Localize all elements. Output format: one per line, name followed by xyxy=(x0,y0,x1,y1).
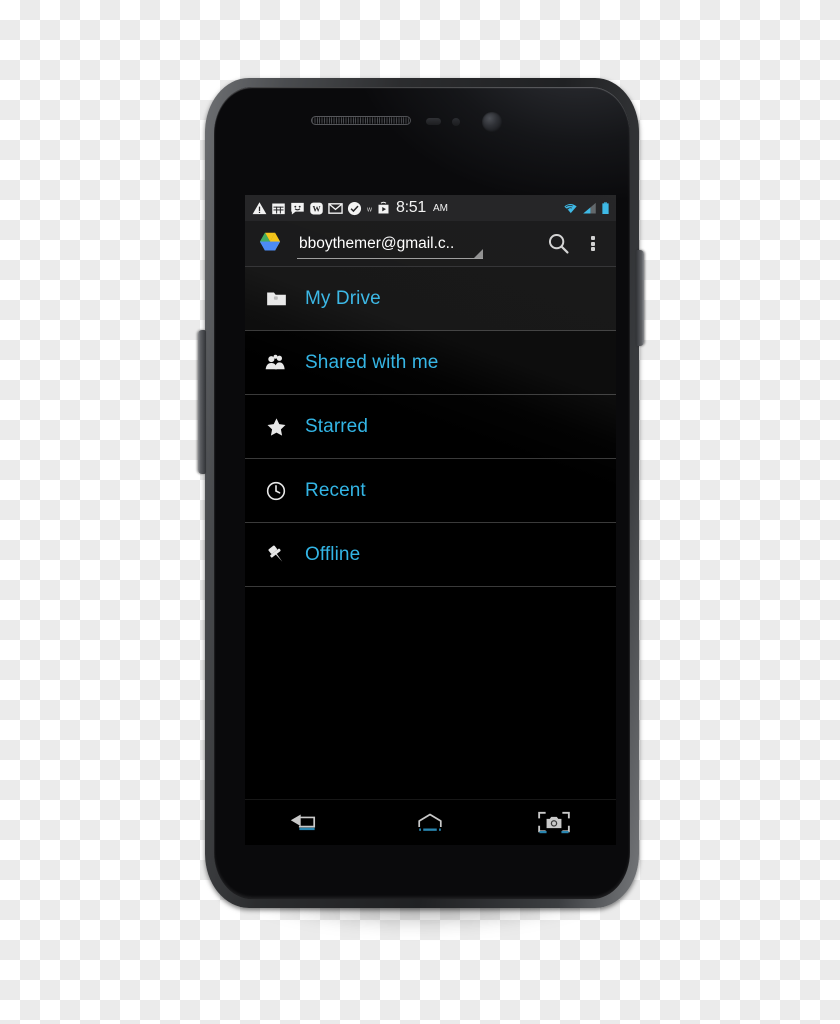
nav-item-offline[interactable]: Offline xyxy=(245,523,616,587)
back-icon xyxy=(290,813,315,830)
nav-item-label: Recent xyxy=(305,479,366,501)
messaging-icon xyxy=(291,202,304,214)
calendar-icon xyxy=(272,203,285,214)
earpiece-grill xyxy=(311,116,411,125)
clock-icon xyxy=(265,480,287,502)
proximity-sensor xyxy=(426,118,441,125)
screenshot-button[interactable] xyxy=(517,803,591,843)
wifi-icon xyxy=(564,203,577,214)
cellular-signal-icon xyxy=(583,202,596,213)
play-store-icon xyxy=(378,201,389,213)
account-email-label: bboythemer@gmail.c.. xyxy=(299,234,455,252)
back-button[interactable] xyxy=(270,803,344,843)
nav-item-recent[interactable]: Recent xyxy=(245,459,616,523)
smartphone-device: W w 8:51 AM bboythemer@gmail.c.. My Driv… xyxy=(205,78,639,908)
people-icon xyxy=(265,352,287,374)
drive-navigation-list: My Drive Shared with me Starred Recent O… xyxy=(245,267,616,587)
search-button[interactable] xyxy=(538,224,578,264)
wordpress-icon: W xyxy=(310,202,323,214)
warning-triangle-icon xyxy=(252,201,267,214)
nav-item-starred[interactable]: Starred xyxy=(245,395,616,459)
battery-full-icon xyxy=(602,201,609,214)
system-navigation-bar xyxy=(245,799,616,845)
pin-icon xyxy=(265,544,287,566)
status-bar-system-icons xyxy=(563,201,610,216)
screenshot-camera-icon xyxy=(538,811,570,833)
status-bar-notification-icons: W w 8:51 AM xyxy=(252,199,448,217)
check-circle-icon xyxy=(347,201,362,215)
front-camera xyxy=(482,112,502,132)
nav-item-label: My Drive xyxy=(305,287,381,309)
power-button[interactable] xyxy=(636,250,644,346)
status-bar-ampm: AM xyxy=(432,202,448,214)
overflow-menu-button[interactable] xyxy=(578,224,608,264)
volume-rocker[interactable] xyxy=(198,330,206,474)
status-bar: W w 8:51 AM xyxy=(245,195,616,221)
home-icon xyxy=(418,813,443,831)
google-drive-logo xyxy=(259,232,281,250)
ambient-light-sensor xyxy=(452,118,460,126)
svg-text:w: w xyxy=(366,206,372,213)
canvas: W w 8:51 AM bboythemer@gmail.c.. My Driv… xyxy=(0,0,840,1024)
gmail-icon xyxy=(328,202,343,214)
nav-item-shared-with-me[interactable]: Shared with me xyxy=(245,331,616,395)
account-spinner[interactable]: bboythemer@gmail.c.. xyxy=(297,227,483,261)
nav-item-label: Starred xyxy=(305,415,369,437)
nav-item-label: Shared with me xyxy=(305,351,439,373)
overflow-menu-icon xyxy=(591,234,595,252)
spinner-underline xyxy=(297,257,483,259)
status-bar-clock: 8:51 xyxy=(396,199,426,216)
star-icon xyxy=(265,416,287,438)
home-button[interactable] xyxy=(393,803,467,843)
action-bar: bboythemer@gmail.c.. xyxy=(245,221,616,267)
folder-icon xyxy=(265,288,287,310)
device-screen: W w 8:51 AM bboythemer@gmail.c.. My Driv… xyxy=(245,195,616,845)
w-letter-icon: w xyxy=(366,206,372,213)
chevron-down-icon xyxy=(474,248,483,258)
svg-text:W: W xyxy=(312,204,320,213)
nav-item-label: Offline xyxy=(305,543,361,565)
search-icon xyxy=(548,233,569,254)
nav-item-my-drive[interactable]: My Drive xyxy=(245,267,616,331)
device-front-face: W w 8:51 AM bboythemer@gmail.c.. My Driv… xyxy=(214,87,630,899)
